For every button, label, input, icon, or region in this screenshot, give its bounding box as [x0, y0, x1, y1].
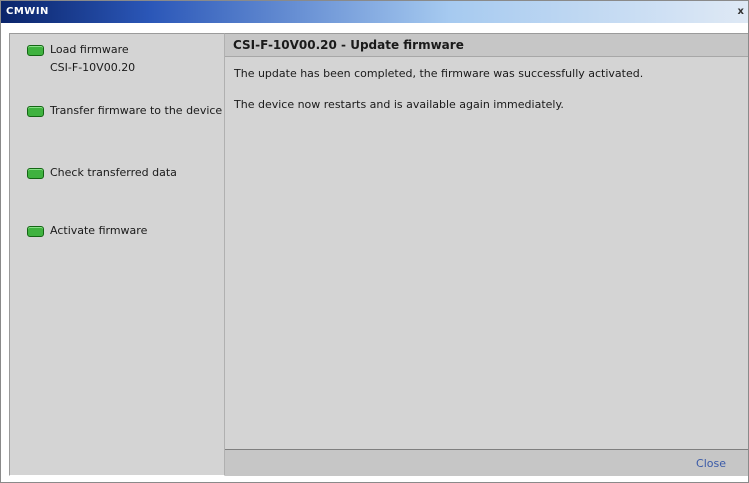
panel-header: CSI-F-10V00.20 - Update firmware	[225, 34, 748, 57]
page-title: CSI-F-10V00.20 - Update firmware	[233, 38, 464, 52]
steps-sidebar: Load firmware CSI-F-10V00.20 Transfer fi…	[9, 33, 225, 476]
app-window: CMWIN x Load firmware CSI-F-10V00.20 Tra…	[0, 0, 749, 483]
status-led-icon	[27, 226, 44, 237]
message-area: The update has been completed, the firmw…	[225, 57, 748, 450]
step-label: Load firmware	[50, 43, 129, 56]
title-bar[interactable]: CMWIN x	[1, 1, 748, 23]
panel-footer: Close	[225, 449, 748, 476]
step-label: Transfer firmware to the device	[50, 104, 223, 117]
main-panel: CSI-F-10V00.20 - Update firmware The upd…	[225, 33, 748, 476]
firmware-version-label: CSI-F-10V00.20	[50, 61, 136, 74]
status-led-icon	[27, 168, 44, 179]
close-button[interactable]: Close	[696, 457, 726, 470]
restart-message: The device now restarts and is available…	[234, 98, 564, 111]
status-led-icon	[27, 45, 44, 56]
step-label: Activate firmware	[50, 224, 148, 237]
close-icon[interactable]: x	[736, 5, 746, 18]
status-led-icon	[27, 106, 44, 117]
window-title: CMWIN	[6, 6, 49, 17]
success-message: The update has been completed, the firmw…	[234, 67, 644, 80]
window-body: Load firmware CSI-F-10V00.20 Transfer fi…	[1, 23, 748, 482]
step-label: Check transferred data	[50, 166, 177, 179]
